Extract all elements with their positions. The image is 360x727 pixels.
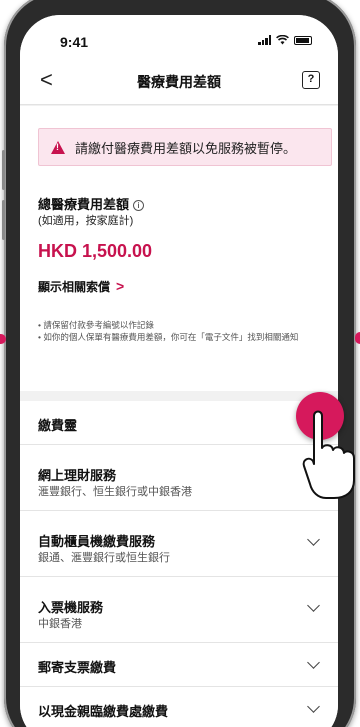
chevron-down-icon [307, 533, 320, 546]
payment-item-cheque-deposit[interactable]: 入票機服務 中銀香港 [20, 577, 338, 643]
payment-subtitle: 中銀香港 [38, 618, 82, 630]
suspension-alert: 請繳付醫療費用差額以免服務被暫停。 [38, 128, 332, 166]
note-item: • 如你的個人保單有醫療費用差額，你可在「電子文件」找到相關通知 [38, 332, 299, 342]
payment-title: 郵寄支票繳費 [38, 660, 117, 675]
total-label: 總醫療費用差額 i [38, 194, 145, 213]
payment-title: 網上理財服務 [38, 468, 117, 483]
payment-item-mail-cheque[interactable]: 郵寄支票繳費 [20, 643, 338, 687]
payment-title: 以現金親臨繳費處繳費 [38, 704, 169, 719]
signal-icon [258, 35, 271, 45]
chevron-down-icon [307, 599, 320, 612]
payment-item-atm[interactable]: 自動櫃員機繳費服務 銀通、滙豐銀行或恒生銀行 [20, 511, 338, 577]
page-title: 醫療費用差額 [137, 74, 221, 90]
tap-marker-right [355, 332, 360, 344]
pointing-hand-icon [302, 410, 355, 499]
warning-icon [51, 140, 65, 154]
payment-item-pps[interactable]: 繳費靈 [20, 401, 338, 445]
info-icon[interactable]: i [133, 200, 145, 211]
amount-value: HKD 1,500.00 [38, 241, 153, 261]
status-icons [258, 35, 312, 45]
status-bar: 9:41 [20, 15, 338, 57]
total-label-text: 總醫療費用差額 [38, 197, 130, 212]
payment-item-cash[interactable]: 以現金親臨繳費處繳費 [20, 687, 338, 727]
chevron-right-icon: > [116, 278, 125, 294]
chevron-down-icon [307, 700, 320, 713]
wifi-icon [276, 35, 289, 45]
payment-title: 自動櫃員機繳費服務 [38, 534, 156, 549]
payment-title: 入票機服務 [38, 600, 104, 615]
summary-section: 請繳付醫療費用差額以免服務被暫停。 總醫療費用差額i (如適用，按家庭計) HK… [20, 106, 338, 391]
payment-item-online-banking[interactable]: 網上理財服務 滙豐銀行、恒生銀行或中銀香港 [20, 445, 338, 511]
chevron-down-icon [307, 656, 320, 669]
alert-text: 請繳付醫療費用差額以免服務被暫停。 [75, 140, 297, 156]
battery-icon [294, 35, 312, 45]
phone-screen: 9:41 < 醫療費用差額 ? 請繳付醫療費用差額以免服務被暫停。 總醫療費用差… [20, 15, 338, 727]
status-time: 9:41 [60, 34, 89, 50]
help-button[interactable]: ? [302, 71, 320, 89]
show-claims-link[interactable]: 顯示相關索償 > [38, 278, 124, 295]
payment-title: 繳費靈 [38, 418, 78, 433]
payment-methods-list: 繳費靈 網上理財服務 滙豐銀行、恒生銀行或中銀香港 自動櫃員機繳費服務 銀通、滙… [20, 401, 338, 727]
phone-side-button [2, 200, 5, 240]
notes-list: • 請保留付款參考編號以作記錄 • 如你的個人保單有醫療費用差額，你可在「電子文… [38, 319, 328, 343]
payment-subtitle: 滙豐銀行、恒生銀行或中銀香港 [38, 486, 192, 498]
nav-bar: < 醫療費用差額 ? [20, 57, 338, 105]
total-subtitle: (如適用，按家庭計) [38, 215, 134, 227]
note-item: • 請保留付款參考編號以作記錄 [38, 320, 154, 330]
show-claims-label: 顯示相關索償 [38, 280, 111, 294]
phone-side-button [2, 150, 5, 190]
payment-subtitle: 銀通、滙豐銀行或恒生銀行 [38, 552, 170, 564]
